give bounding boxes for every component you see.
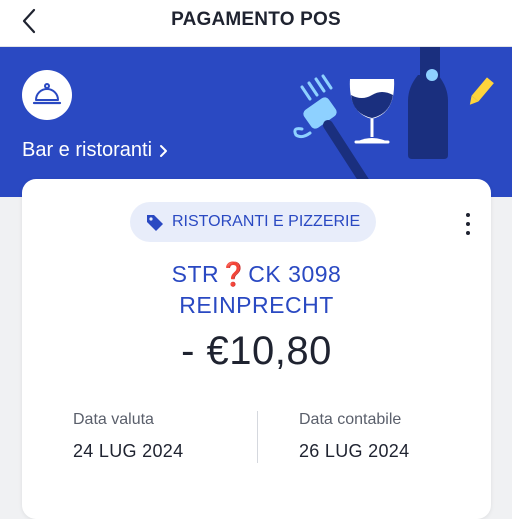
category-tag-label: RISTORANTI E PIZZERIE — [172, 213, 361, 230]
more-dot-icon — [466, 213, 470, 217]
transaction-card: RISTORANTI E PIZZERIE STR❓CK 3098 REINPR… — [22, 179, 491, 519]
category-link[interactable]: Bar e ristoranti — [22, 139, 168, 162]
transaction-amount: - €10,80 — [181, 329, 332, 373]
category-icon-circle — [22, 70, 72, 120]
accounting-date: 26 LUG 2024 — [299, 441, 410, 461]
tag-icon — [147, 215, 163, 231]
date-divider — [257, 411, 258, 463]
category-label: Bar e ristoranti — [22, 139, 153, 161]
value-date: 24 LUG 2024 — [73, 441, 184, 461]
category-tag[interactable]: RISTORANTI E PIZZERIE — [130, 202, 377, 242]
cloche-icon — [32, 83, 62, 105]
accounting-date-block: Data contabile 26 LUG 2024 — [299, 411, 409, 462]
merchant-name: STR❓CK 3098 REINPRECHT — [22, 259, 491, 321]
accounting-date-label: Data contabile — [299, 411, 402, 428]
pencil-illustration — [469, 77, 494, 105]
merchant-line-1: STR❓CK 3098 — [171, 261, 342, 287]
more-options-button[interactable] — [461, 213, 475, 235]
value-date-block: Data valuta 24 LUG 2024 — [73, 411, 183, 462]
merchant-line-2: REINPRECHT — [179, 292, 334, 318]
category-banner: Bar e ristoranti — [0, 47, 512, 197]
value-date-label: Data valuta — [73, 411, 154, 428]
dates-section: Data valuta 24 LUG 2024 Data contabile 2… — [22, 411, 491, 471]
bottle-illustration — [408, 47, 448, 159]
more-dot-icon — [466, 231, 470, 235]
wine-glass-illustration — [349, 79, 395, 144]
chevron-right-icon — [160, 144, 168, 157]
page-title: PAGAMENTO POS — [171, 9, 341, 30]
more-dot-icon — [466, 222, 470, 226]
top-bar: PAGAMENTO POS — [0, 0, 512, 47]
food-illustration — [293, 47, 494, 192]
